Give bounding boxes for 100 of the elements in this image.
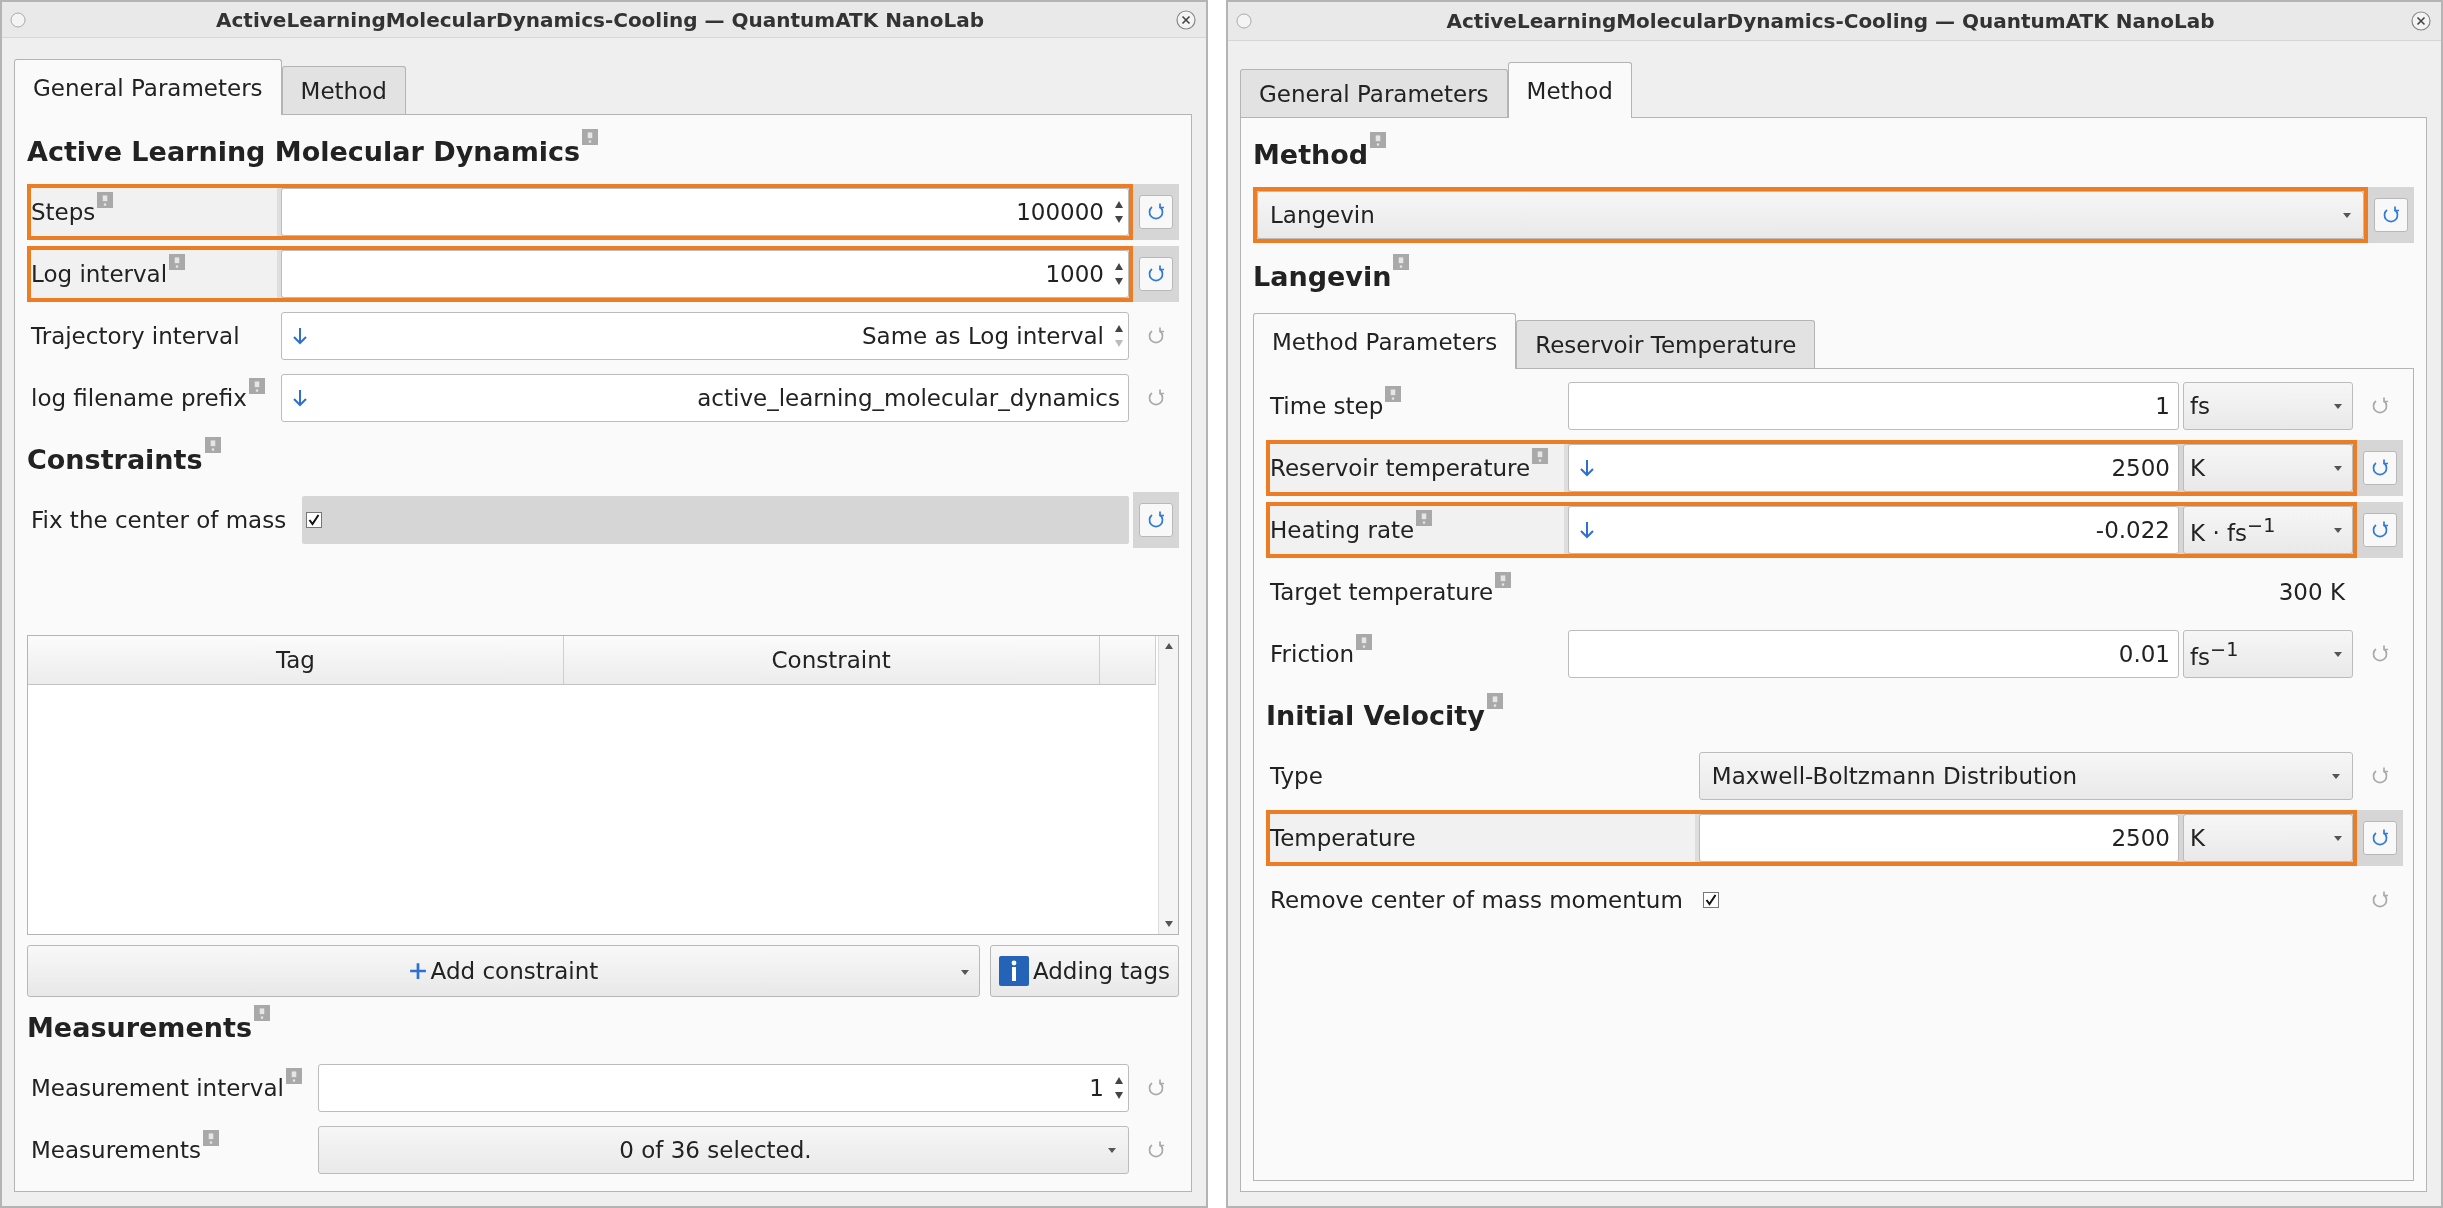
- scroll-down-icon[interactable]: [1163, 920, 1174, 928]
- reset-icon: [1146, 264, 1166, 284]
- reset-icon: [2370, 828, 2390, 848]
- tab[interactable]: Method Parameters: [1253, 313, 1517, 369]
- unit-dropdown[interactable]: fs$^{−1}$: [2183, 630, 2353, 678]
- close-button[interactable]: [1174, 7, 1198, 32]
- help-icon[interactable]: [1495, 572, 1512, 588]
- caret-icon: [2334, 527, 2342, 533]
- reset-button[interactable]: [1139, 503, 1173, 537]
- caret-icon: [1108, 1147, 1116, 1153]
- field-label: Friction: [1270, 641, 1355, 667]
- section-heading: Active Learning Molecular Dynamics: [27, 135, 581, 167]
- help-icon[interactable]: [1356, 634, 1373, 650]
- unit-dropdown[interactable]: K: [2183, 444, 2353, 492]
- number-field[interactable]: 2500: [1698, 814, 2179, 862]
- tab[interactable]: General Parameters: [14, 59, 282, 115]
- close-button[interactable]: [2409, 9, 2433, 33]
- tab[interactable]: General Parameters: [1240, 69, 1508, 117]
- reset-button[interactable]: [2363, 451, 2397, 485]
- tab[interactable]: Method: [1507, 62, 1632, 118]
- reset-icon: [1146, 202, 1166, 222]
- field-label: Temperature: [1270, 825, 1416, 851]
- help-icon[interactable]: [1486, 693, 1503, 709]
- field-label: Time step: [1270, 393, 1384, 419]
- number-field[interactable]: -0.022: [1568, 506, 2179, 554]
- text-field[interactable]: active_learning_molecular_dynamics: [280, 374, 1129, 422]
- plus-icon: [408, 962, 427, 980]
- unit-dropdown[interactable]: K: [2183, 814, 2353, 862]
- help-icon[interactable]: [1416, 510, 1433, 526]
- caret-icon: [2334, 651, 2342, 657]
- field-label: Heating rate: [1270, 517, 1415, 543]
- reset-icon: [1146, 1078, 1166, 1098]
- reset-icon: [2370, 890, 2390, 910]
- unit-dropdown[interactable]: fs: [2183, 382, 2353, 430]
- reset-icon: [1146, 510, 1166, 530]
- field-label: Measurement interval: [31, 1075, 284, 1101]
- add-constraint-button[interactable]: Add constraint: [27, 945, 980, 997]
- number-field[interactable]: 2500: [1568, 444, 2179, 492]
- field-label: Reservoir temperature: [1270, 455, 1531, 481]
- adding-tags-button[interactable]: Adding tags: [989, 945, 1179, 997]
- unit-dropdown[interactable]: K · fs$^{−1}$: [2183, 506, 2353, 554]
- reset-icon: [2370, 396, 2390, 416]
- tab[interactable]: Reservoir Temperature: [1516, 320, 1816, 368]
- column-header[interactable]: Constraint: [563, 636, 1100, 684]
- help-icon[interactable]: [582, 129, 599, 145]
- field-label: Trajectory interval: [31, 323, 240, 349]
- help-icon[interactable]: [248, 378, 265, 394]
- field-label: Log interval: [31, 261, 168, 287]
- checkbox[interactable]: [306, 512, 323, 528]
- dropdown[interactable]: 0 of 36 selected.: [317, 1126, 1129, 1174]
- number-field[interactable]: 1: [1568, 382, 2179, 430]
- section-heading: Method: [1253, 138, 1369, 170]
- checkbox[interactable]: [1702, 892, 1719, 908]
- caret-icon: [2334, 465, 2342, 471]
- help-icon[interactable]: [1370, 132, 1387, 148]
- number-field[interactable]: 1: [317, 1064, 1129, 1112]
- help-icon[interactable]: [1385, 386, 1402, 402]
- scroll-up-icon[interactable]: [1163, 642, 1174, 650]
- help-icon[interactable]: [1532, 448, 1549, 464]
- field-label: Measurements: [31, 1137, 201, 1163]
- column-header[interactable]: Tag: [28, 636, 564, 684]
- reset-icon: [2370, 766, 2390, 786]
- section-heading: Constraints: [27, 443, 203, 475]
- help-icon[interactable]: [97, 192, 114, 208]
- number-field[interactable]: 100000: [280, 188, 1129, 236]
- dropdown[interactable]: Maxwell-Boltzmann Distribution: [1698, 752, 2353, 800]
- number-field[interactable]: 0.01: [1568, 630, 2179, 678]
- help-icon[interactable]: [169, 254, 186, 270]
- number-field[interactable]: Same as Log interval: [280, 312, 1129, 360]
- reset-icon: [2370, 644, 2390, 664]
- info-icon: [998, 956, 1029, 986]
- window-menu-icon[interactable]: [10, 11, 26, 28]
- window-title: ActiveLearningMolecularDynamics-Cooling — QuantumATK NanoLab: [215, 7, 985, 32]
- field-label: Steps: [31, 199, 96, 225]
- number-field[interactable]: 1000: [280, 250, 1129, 298]
- window-title: ActiveLearningMolecularDynamics-Cooling — QuantumATK NanoLab: [1445, 9, 2216, 33]
- caret-icon: [2334, 403, 2342, 409]
- field-label: Type: [1270, 763, 1323, 789]
- field-label: Target temperature: [1270, 579, 1494, 605]
- reset-button[interactable]: [2374, 198, 2408, 232]
- window-menu-icon[interactable]: [1236, 13, 1252, 29]
- value-text: 300 K: [2277, 579, 2346, 605]
- field-label: log filename prefix: [31, 385, 247, 411]
- tab[interactable]: Method: [281, 66, 406, 114]
- reset-icon: [1146, 388, 1166, 408]
- reset-button[interactable]: [1139, 195, 1173, 229]
- help-icon[interactable]: [202, 1130, 219, 1146]
- dropdown[interactable]: Langevin: [1257, 191, 2364, 239]
- help-icon[interactable]: [1393, 254, 1410, 270]
- caret-icon: [960, 970, 969, 975]
- caret-icon: [2332, 773, 2340, 779]
- help-icon[interactable]: [285, 1068, 302, 1084]
- help-icon[interactable]: [204, 437, 221, 453]
- help-icon[interactable]: [253, 1005, 270, 1021]
- section-heading: Initial Velocity: [1266, 699, 1485, 731]
- reset-button[interactable]: [1139, 257, 1173, 291]
- reset-button[interactable]: [2363, 821, 2397, 855]
- scrollbar[interactable]: [1158, 636, 1178, 934]
- reset-button[interactable]: [2363, 513, 2397, 547]
- field-label: Remove center of mass momentum: [1270, 887, 1683, 913]
